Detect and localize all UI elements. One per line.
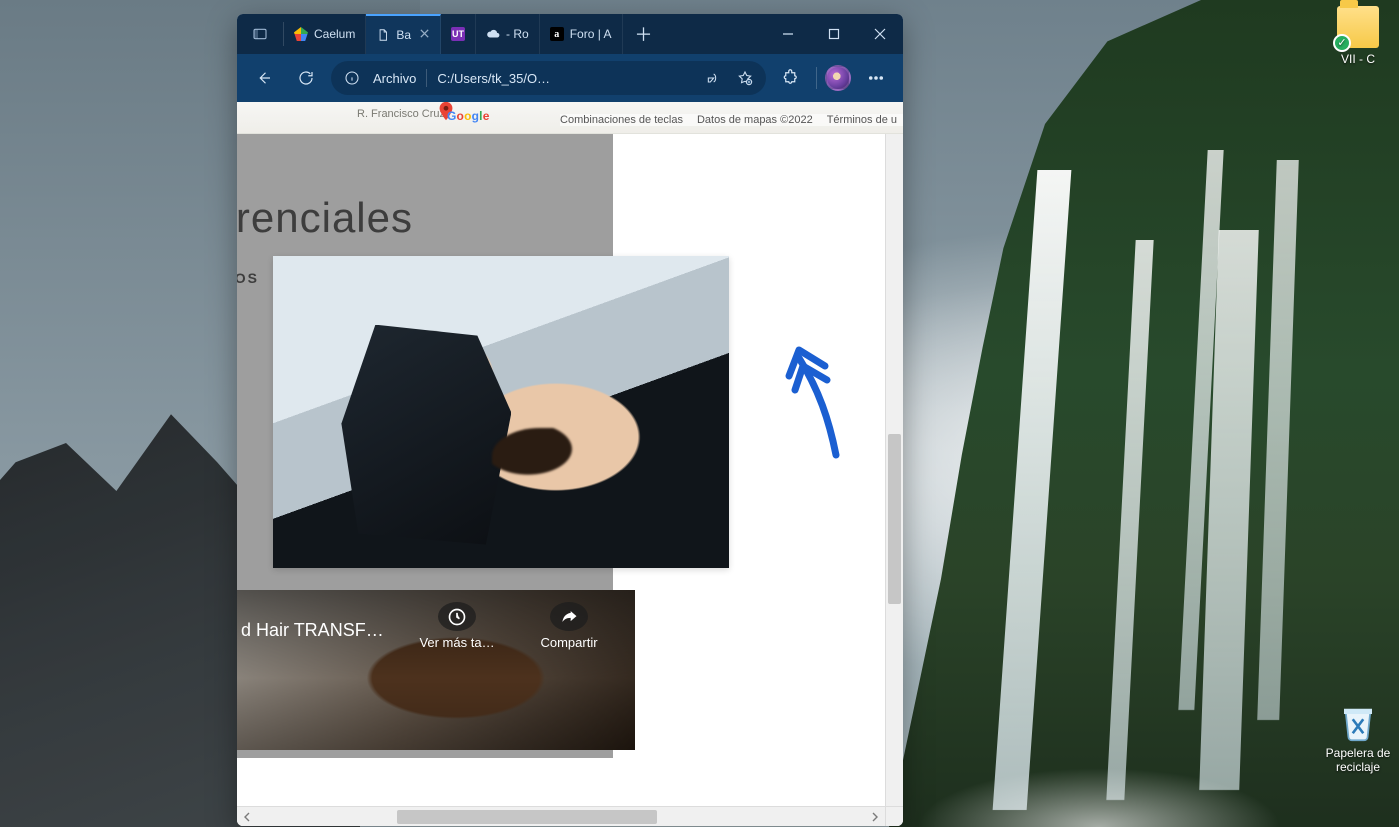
map-terms-link[interactable]: Términos de u bbox=[827, 114, 897, 126]
window-minimize-button[interactable] bbox=[765, 14, 811, 54]
video-button-label: Compartir bbox=[540, 635, 597, 650]
tab-label: - Ro bbox=[506, 27, 529, 41]
separator bbox=[426, 69, 427, 87]
desktop-icon-label: VII - C bbox=[1320, 52, 1396, 66]
share-arrow-icon bbox=[550, 602, 588, 631]
horizontal-scroll-track[interactable] bbox=[257, 810, 865, 824]
close-icon bbox=[874, 28, 886, 40]
more-horizontal-icon bbox=[867, 69, 885, 87]
browser-titlebar[interactable]: Caelum Ba UT bbox=[237, 14, 903, 54]
desktop-icon-label: Papelera de reciclaje bbox=[1320, 746, 1396, 774]
info-icon bbox=[344, 70, 360, 86]
scroll-left-button[interactable] bbox=[237, 807, 257, 827]
recycle-bin-icon bbox=[1337, 700, 1379, 742]
clock-icon bbox=[438, 602, 476, 631]
vertical-scroll-thumb[interactable] bbox=[888, 434, 901, 604]
scrollbar-corner bbox=[885, 806, 903, 826]
folder-icon bbox=[1337, 6, 1379, 48]
scroll-right-button[interactable] bbox=[865, 807, 885, 827]
letter-a-icon: a bbox=[550, 27, 564, 41]
maps-pin-icon bbox=[294, 27, 308, 41]
arrow-left-icon bbox=[255, 69, 273, 87]
refresh-icon bbox=[297, 69, 315, 87]
read-aloud-icon bbox=[705, 70, 721, 86]
favorites-button[interactable] bbox=[734, 70, 756, 86]
horizontal-scrollbar[interactable] bbox=[237, 806, 885, 826]
video-title: d Hair TRANSF… bbox=[241, 620, 401, 641]
tab-actions-icon bbox=[252, 26, 268, 42]
profile-avatar-button[interactable] bbox=[825, 65, 851, 91]
vertical-scrollbar[interactable] bbox=[885, 134, 903, 806]
address-url: C:/Users/tk_35/O… bbox=[437, 71, 692, 86]
google-logo: Google bbox=[447, 109, 490, 123]
annotation-arrow-up-icon bbox=[781, 340, 861, 460]
tab-label: Caelum bbox=[314, 27, 355, 41]
window-controls bbox=[765, 14, 903, 54]
address-bar[interactable]: Archivo C:/Users/tk_35/O… bbox=[331, 61, 766, 95]
hero-image-barber bbox=[273, 256, 729, 568]
browser-window: Caelum Ba UT bbox=[237, 14, 903, 826]
youtube-embed[interactable]: d Hair TRANSF… Ver más ta… Compartir bbox=[237, 590, 635, 750]
tab-label: Foro | A bbox=[570, 27, 612, 41]
puzzle-icon bbox=[782, 69, 800, 87]
close-icon bbox=[419, 28, 430, 39]
window-maximize-button[interactable] bbox=[811, 14, 857, 54]
ut-icon: UT bbox=[451, 27, 465, 41]
desktop-recycle-bin[interactable]: Papelera de reciclaje bbox=[1320, 700, 1396, 774]
tab-active[interactable]: Ba bbox=[366, 14, 441, 54]
desktop-wallpaper: VII - C Papelera de reciclaje Caelum bbox=[0, 0, 1399, 827]
sync-ok-badge-icon bbox=[1333, 34, 1351, 52]
address-scheme-label: Archivo bbox=[373, 71, 416, 86]
google-map-fragment[interactable]: R. Francisco Cruz Google Combinaciones d… bbox=[237, 102, 903, 134]
tab-foro[interactable]: a Foro | A bbox=[540, 14, 623, 54]
nav-back-button[interactable] bbox=[247, 61, 281, 95]
video-button-label: Ver más ta… bbox=[419, 635, 494, 650]
browser-toolbar: Archivo C:/Users/tk_35/O… bbox=[237, 54, 903, 102]
file-icon bbox=[376, 28, 390, 42]
cloud-icon bbox=[486, 27, 500, 41]
wallpaper-foam bbox=[884, 757, 1314, 827]
video-watch-later-button[interactable]: Ver más ta… bbox=[433, 602, 481, 650]
minimize-icon bbox=[782, 28, 794, 40]
maximize-icon bbox=[828, 28, 840, 40]
tab-caelum[interactable]: Caelum bbox=[284, 14, 366, 54]
desktop-folder-icon[interactable]: VII - C bbox=[1320, 6, 1396, 66]
window-close-button[interactable] bbox=[857, 14, 903, 54]
page-viewport: R. Francisco Cruz Google Combinaciones d… bbox=[237, 102, 903, 826]
page-title: erenciales bbox=[237, 194, 413, 242]
tab-label: Ba bbox=[396, 28, 411, 42]
nav-refresh-button[interactable] bbox=[289, 61, 323, 95]
chevron-right-icon bbox=[870, 812, 880, 822]
horizontal-scroll-thumb[interactable] bbox=[397, 810, 657, 824]
page-subtitle: LOS bbox=[237, 270, 259, 286]
extensions-button[interactable] bbox=[774, 61, 808, 95]
video-share-button[interactable]: Compartir bbox=[545, 602, 593, 650]
read-aloud-button[interactable] bbox=[702, 70, 724, 86]
chevron-left-icon bbox=[242, 812, 252, 822]
site-info-button[interactable] bbox=[341, 70, 363, 86]
tab-ut[interactable]: UT bbox=[441, 14, 476, 54]
new-tab-button[interactable]: ＋ bbox=[623, 14, 665, 54]
tab-actions-button[interactable] bbox=[237, 14, 283, 54]
map-keyboard-shortcuts-link[interactable]: Combinaciones de teclas bbox=[560, 114, 683, 126]
plus-icon: ＋ bbox=[635, 21, 653, 47]
barber-photo bbox=[273, 256, 729, 568]
map-data-link[interactable]: Datos de mapas ©2022 bbox=[697, 114, 813, 126]
tab-ro[interactable]: - Ro bbox=[476, 14, 540, 54]
tab-close-button[interactable] bbox=[419, 28, 430, 42]
map-street-label: R. Francisco Cruz bbox=[357, 108, 445, 120]
star-icon bbox=[737, 70, 753, 86]
separator bbox=[816, 67, 817, 89]
map-attribution: Combinaciones de teclas Datos de mapas ©… bbox=[560, 114, 903, 126]
settings-menu-button[interactable] bbox=[859, 61, 893, 95]
tab-strip: Caelum Ba UT bbox=[284, 14, 765, 54]
